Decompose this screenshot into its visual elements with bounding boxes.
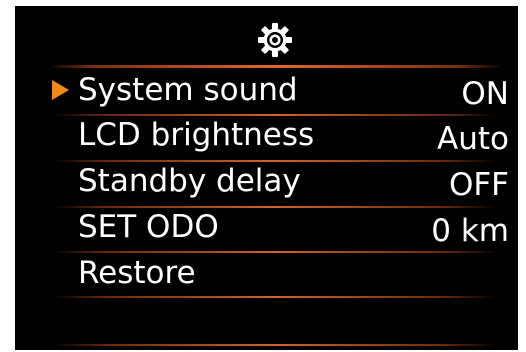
menu-item-value: 0 km (431, 213, 509, 249)
menu-item-value: ON (461, 76, 509, 112)
settings-screen: System sound ON LCD brightness Auto Stan… (15, 6, 518, 350)
menu-item-standby-delay[interactable]: Standby delay OFF (15, 159, 518, 203)
menu-item-label: LCD brightness (78, 117, 315, 153)
menu-item-set-odo[interactable]: SET ODO 0 km (15, 205, 518, 249)
bottom-divider (53, 344, 497, 346)
menu-item-label: Standby delay (78, 163, 301, 199)
menu-item-label: SET ODO (78, 209, 219, 245)
menu-item-value: Auto (437, 121, 509, 157)
menu-item-label: Restore (78, 255, 196, 291)
gear-icon (258, 23, 292, 57)
menu-item-label: System sound (78, 72, 298, 108)
menu-item-restore[interactable]: Restore (15, 251, 518, 295)
menu-item-value: OFF (448, 167, 509, 203)
menu-item-lcd-brightness[interactable]: LCD brightness Auto (15, 113, 518, 157)
menu-item-system-sound[interactable]: System sound ON (15, 68, 518, 112)
selection-cursor-icon (52, 80, 69, 100)
row-divider (53, 296, 497, 298)
